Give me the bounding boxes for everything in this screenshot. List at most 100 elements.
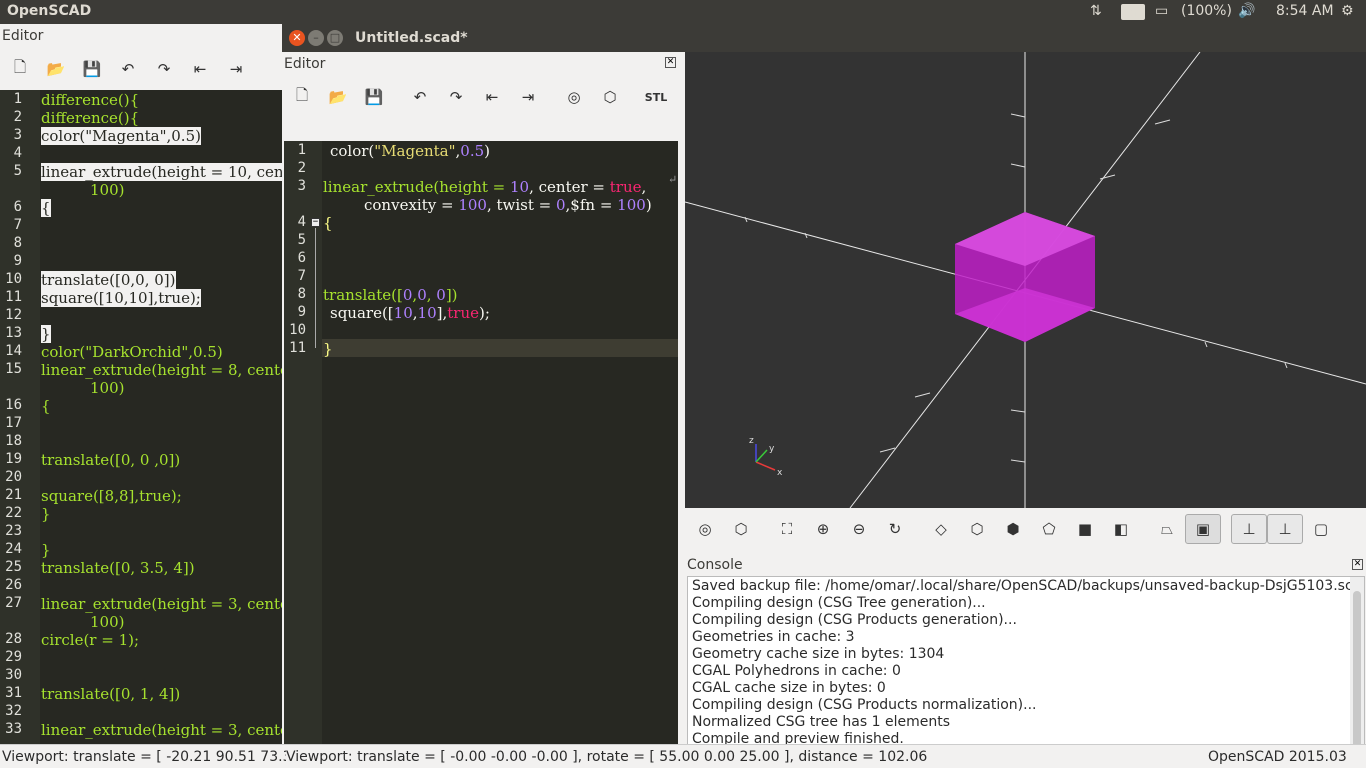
- show-scale-icon[interactable]: ⊥: [1267, 514, 1303, 544]
- editor-panel: Editor ✕ 🗋 📂 💾 ↶ ↷ ⇤ ⇥ ◎ ⬡ STL 1 2 3 4 5 6 7 8 9…: [282, 52, 682, 768]
- battery-icon[interactable]: ▭: [1155, 3, 1168, 19]
- line-number: 6: [13, 199, 22, 215]
- language-indicator[interactable]: En: [1121, 4, 1145, 20]
- code-line-4: {: [323, 214, 333, 232]
- save-icon[interactable]: 💾: [74, 54, 110, 84]
- unindent-icon[interactable]: ⇤: [182, 54, 218, 84]
- line-number: 23: [5, 523, 22, 539]
- back-code-line: color("Magenta",0.5): [41, 127, 201, 145]
- line-number: 4: [297, 214, 306, 230]
- preview-icon[interactable]: ◎: [556, 82, 592, 112]
- app-name: OpenSCAD: [7, 3, 92, 19]
- view-left-icon[interactable]: ⬠: [1031, 514, 1067, 544]
- volume-icon[interactable]: 🔊: [1238, 3, 1255, 19]
- preview-icon[interactable]: ◎: [687, 514, 723, 544]
- main-window: ✕ – □ Untitled.scad* Editor ✕ 🗋 📂 💾 ↶ ↷ …: [282, 24, 1366, 768]
- battery-percent[interactable]: (100%): [1181, 3, 1232, 19]
- line-number: 29: [5, 649, 22, 665]
- console-panel: Console ✕ Saved backup file: /home/omar/…: [685, 554, 1366, 768]
- indent-icon[interactable]: ⇥: [218, 54, 254, 84]
- back-code-line: }: [41, 325, 51, 343]
- line-number: 10: [5, 271, 22, 287]
- back-code-line: circle(r = 1);: [41, 631, 140, 649]
- undo-icon[interactable]: ↶: [402, 82, 438, 112]
- back-code-line: color("DarkOrchid",0.5): [41, 343, 223, 361]
- clock[interactable]: 8:54 AM: [1276, 3, 1334, 19]
- view-right-icon[interactable]: ◇: [923, 514, 959, 544]
- render-icon[interactable]: ⬡: [592, 82, 628, 112]
- new-file-icon[interactable]: 🗋: [284, 82, 320, 112]
- close-panel-icon[interactable]: ✕: [1352, 559, 1363, 570]
- view-bottom-icon[interactable]: ⬢: [995, 514, 1031, 544]
- new-file-icon[interactable]: 🗋: [2, 54, 38, 84]
- line-number: 26: [5, 577, 22, 593]
- console-line: Normalized CSG tree has 1 elements: [692, 714, 950, 730]
- render-icon[interactable]: ⬡: [723, 514, 759, 544]
- scrollbar-thumb[interactable]: [1353, 591, 1361, 751]
- axis-label-y: y: [769, 444, 775, 454]
- back-code-line: linear_extrude(height = 8, center: [41, 361, 285, 379]
- line-number: 30: [5, 667, 22, 683]
- line-number: 21: [5, 487, 22, 503]
- version-label: OpenSCAD 2015.03: [1208, 749, 1347, 765]
- wrap-indicator-icon: ↵: [668, 173, 678, 186]
- current-line-highlight: [322, 339, 678, 357]
- view-front-icon[interactable]: ■: [1067, 514, 1103, 544]
- code-editor[interactable]: 1 2 3 4 5 6 7 8 9 10 11 − color("Magenta",0.5) lin…: [284, 141, 678, 768]
- fold-marker-icon[interactable]: −: [311, 218, 320, 227]
- gear-icon[interactable]: ⚙: [1341, 3, 1354, 19]
- mini-y-axis: [755, 449, 768, 463]
- show-edges-icon[interactable]: ▢: [1303, 514, 1339, 544]
- undo-icon[interactable]: ↶: [110, 54, 146, 84]
- back-viewport-status: Viewport: translate = [ -20.21 90.51 73.…: [2, 749, 301, 765]
- line-number: 9: [297, 304, 306, 320]
- line-number: 3: [297, 178, 306, 194]
- show-axes-icon[interactable]: ⊥: [1231, 514, 1267, 544]
- redo-icon[interactable]: ↷: [146, 54, 182, 84]
- 3d-viewport[interactable]: z y x: [684, 51, 1366, 509]
- console-scrollbar[interactable]: [1350, 577, 1364, 767]
- back-code-line: linear_extrude(height = 10, cente: [41, 163, 285, 181]
- view-top-icon[interactable]: ⬡: [959, 514, 995, 544]
- open-file-icon[interactable]: 📂: [320, 82, 356, 112]
- console-line: Geometry cache size in bytes: 1304: [692, 646, 945, 662]
- orthogonal-icon[interactable]: ▣: [1185, 514, 1221, 544]
- line-number: 8: [297, 286, 306, 302]
- network-icon[interactable]: ⇅: [1090, 3, 1102, 19]
- line-number: 17: [5, 415, 22, 431]
- back-code-line: square([10,10],true);: [41, 289, 201, 307]
- console-line: Compiling design (CSG Products normaliza…: [692, 697, 1037, 713]
- line-number: 4: [13, 145, 22, 161]
- perspective-icon[interactable]: ⏢: [1149, 514, 1185, 544]
- view-all-icon[interactable]: ⛶: [769, 514, 805, 544]
- zoom-out-icon[interactable]: ⊖: [841, 514, 877, 544]
- code-line-3: linear_extrude(height = 10, center = tru…: [323, 178, 647, 196]
- back-code-line: {: [41, 199, 51, 217]
- close-panel-icon[interactable]: ✕: [665, 57, 676, 68]
- maximize-window-button[interactable]: □: [327, 30, 343, 46]
- console-line: CGAL Polyhedrons in cache: 0: [692, 663, 901, 679]
- close-window-button[interactable]: ✕: [289, 30, 305, 46]
- indent-icon[interactable]: ⇥: [510, 82, 546, 112]
- scene-svg[interactable]: z y x: [684, 51, 1366, 509]
- line-number: 2: [13, 109, 22, 125]
- line-number: 27: [5, 595, 22, 611]
- line-number: 14: [5, 343, 22, 359]
- line-number: 24: [5, 541, 22, 557]
- minimize-window-button[interactable]: –: [308, 30, 324, 46]
- zoom-in-icon[interactable]: ⊕: [805, 514, 841, 544]
- line-number: 28: [5, 631, 22, 647]
- save-icon[interactable]: 💾: [356, 82, 392, 112]
- redo-icon[interactable]: ↷: [438, 82, 474, 112]
- back-code-line: translate([0, 1, 4]): [41, 685, 181, 703]
- back-code-editor[interactable]: 1 difference(){2 difference(){3 color("Mage…: [0, 90, 285, 744]
- export-stl-button[interactable]: STL: [638, 82, 674, 112]
- open-file-icon[interactable]: 📂: [38, 54, 74, 84]
- console-output[interactable]: Saved backup file: /home/omar/.local/sha…: [687, 576, 1365, 768]
- unindent-icon[interactable]: ⇤: [474, 82, 510, 112]
- back-code-line: linear_extrude(height = 3, center: [41, 721, 285, 739]
- reset-view-icon[interactable]: ↻: [877, 514, 913, 544]
- status-bar: Viewport: translate = [ -20.21 90.51 73.…: [0, 744, 1366, 768]
- code-line-3-wrap: convexity = 100, twist = 0,$fn = 100): [364, 196, 652, 214]
- view-back-icon[interactable]: ◧: [1103, 514, 1139, 544]
